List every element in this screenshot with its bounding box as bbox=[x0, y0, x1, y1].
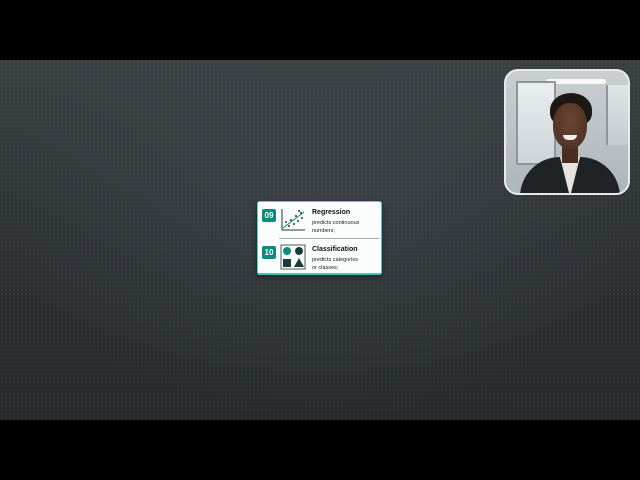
presenter-face bbox=[553, 103, 587, 149]
number-badge: 09 bbox=[262, 209, 276, 222]
background-window-right bbox=[606, 85, 628, 145]
card-row-regression: 09 Regression predicts continuous number… bbox=[257, 202, 382, 238]
number-badge: 10 bbox=[262, 246, 276, 259]
shapes-grid-icon bbox=[280, 244, 306, 270]
card-row-classification: 10 Classification predicts categories or… bbox=[257, 239, 382, 275]
letterbox-bottom bbox=[0, 420, 640, 480]
slide-stage: 09 Regression predicts continuous number… bbox=[0, 60, 640, 420]
presenter-webcam bbox=[504, 69, 630, 195]
scatter-trend-chart-icon bbox=[281, 209, 305, 231]
row-description: predicts categories or classes; bbox=[312, 257, 359, 271]
row-title: Classification bbox=[312, 246, 358, 253]
video-frame: 09 Regression predicts continuous number… bbox=[0, 0, 640, 480]
background-window bbox=[516, 81, 556, 165]
letterbox-top bbox=[0, 0, 640, 60]
concept-card: 09 Regression predicts continuous number… bbox=[257, 201, 382, 275]
row-title: Regression bbox=[312, 209, 351, 216]
row-description: predicts continuous numbers; bbox=[312, 220, 360, 234]
